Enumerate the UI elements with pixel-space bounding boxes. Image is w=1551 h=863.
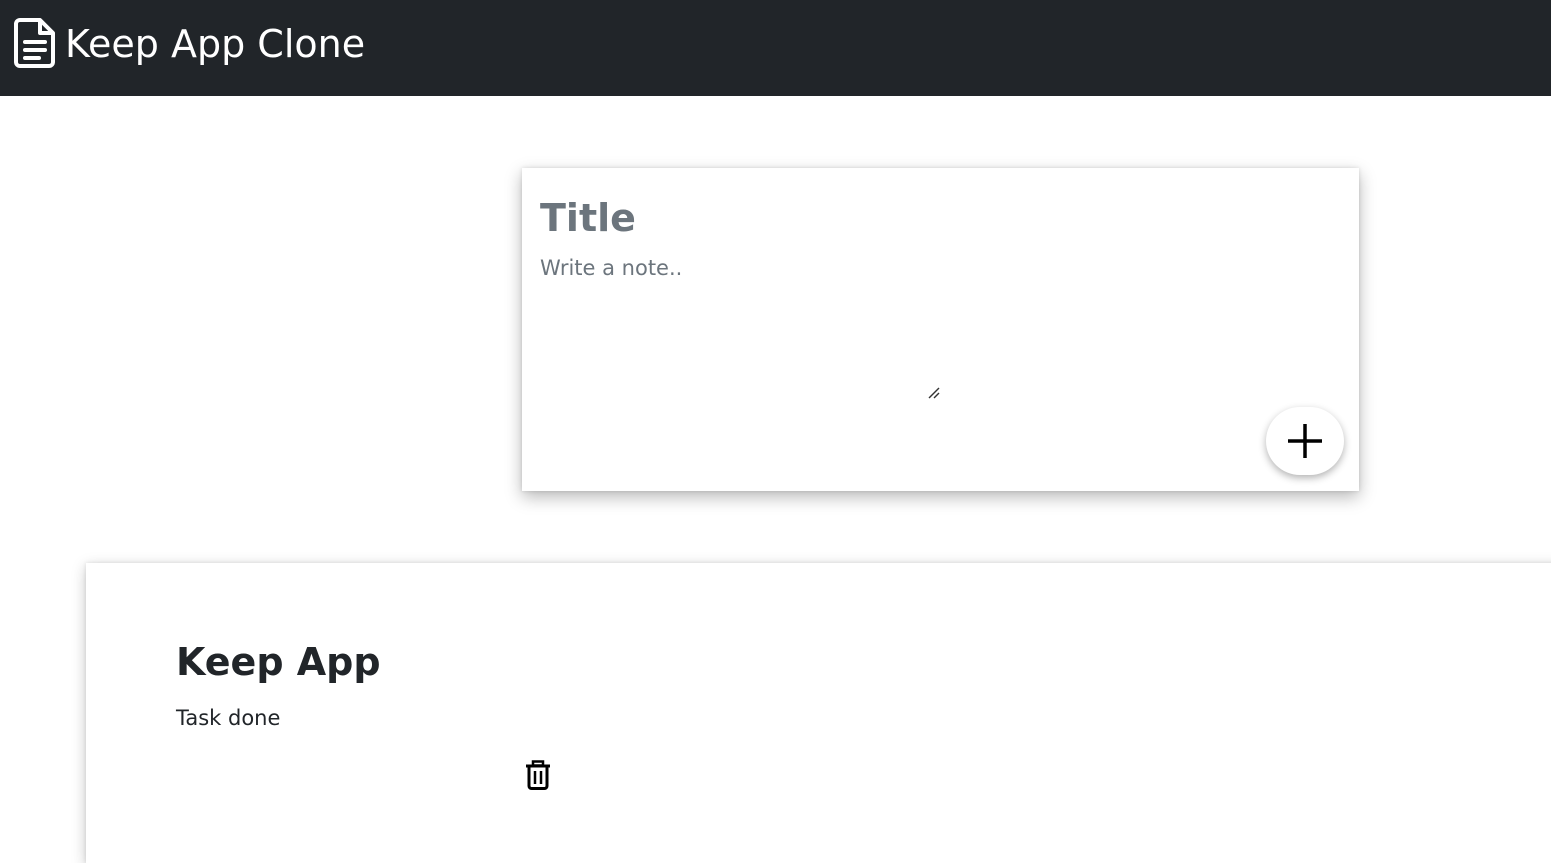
plus-icon <box>1288 424 1322 458</box>
app-title: Keep App Clone <box>65 22 366 66</box>
navbar: Keep App Clone <box>0 0 1551 96</box>
title-input[interactable] <box>540 190 1240 246</box>
file-text-icon <box>14 17 56 69</box>
note-content: Task done <box>176 706 281 730</box>
resize-handle-icon[interactable] <box>926 384 940 399</box>
delete-note-button[interactable] <box>522 759 554 793</box>
note-textarea[interactable] <box>540 256 940 396</box>
add-note-button[interactable] <box>1266 407 1344 475</box>
note-title: Keep App <box>176 640 381 684</box>
trash-icon <box>526 759 550 790</box>
note-composer <box>522 168 1359 491</box>
note-card: Keep App Task done <box>86 563 1551 863</box>
